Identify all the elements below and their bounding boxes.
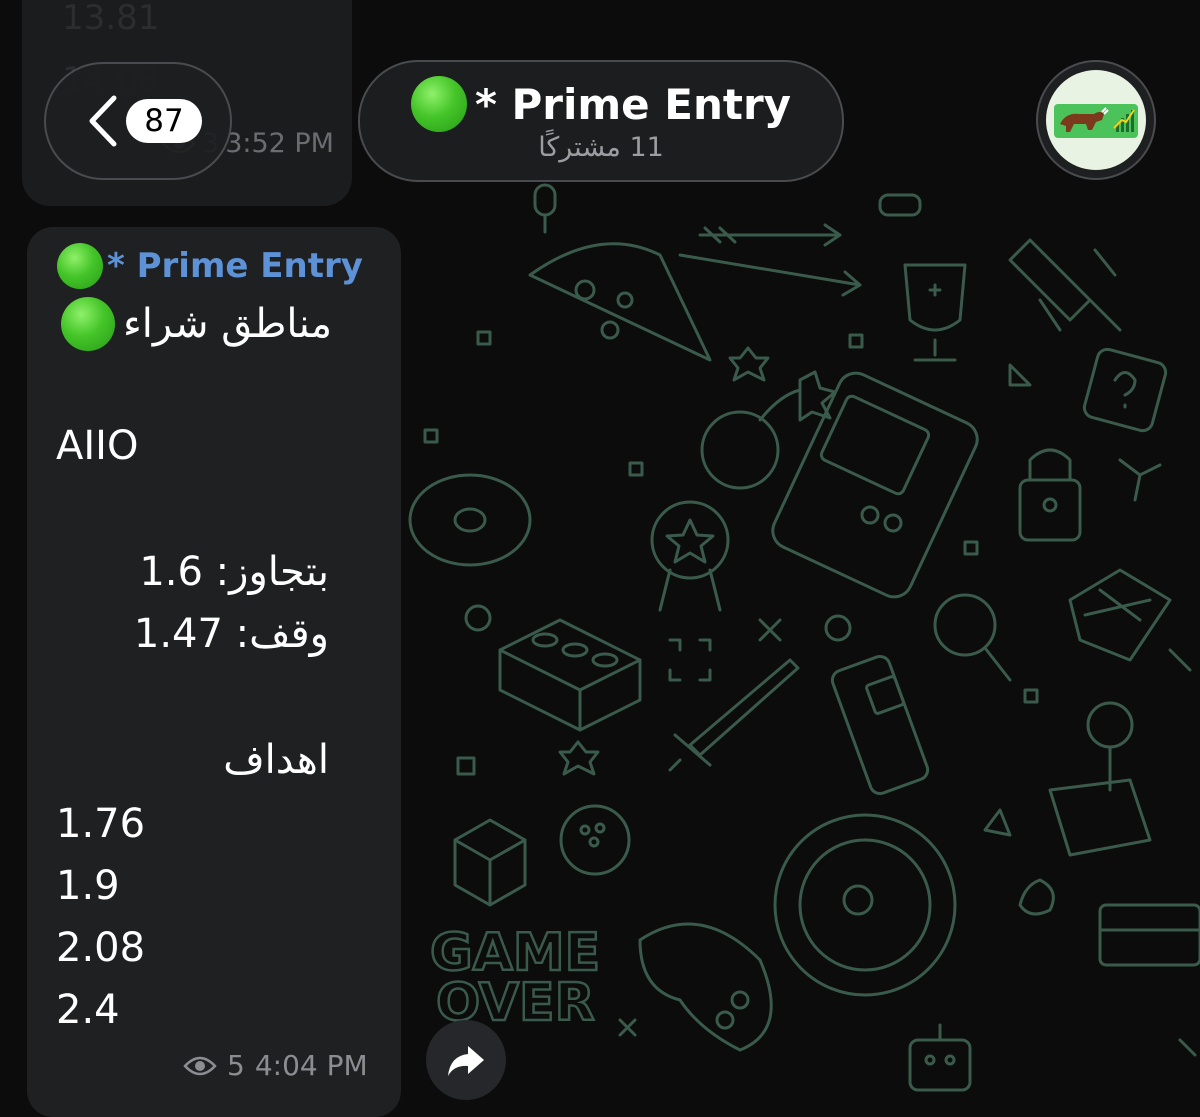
steering-wheel-doodle (773, 813, 957, 997)
message-heading: مناطق شراء (61, 297, 332, 351)
disc-doodle (408, 473, 532, 567)
chat-title-button[interactable]: * Prime Entry 11 مشتركًا (358, 60, 844, 182)
target-value: 2.08 (56, 925, 146, 971)
channel-subtitle: 11 مشتركًا (538, 132, 664, 163)
view-count: 5 (227, 1049, 245, 1082)
stop-line: وقف: 1.47 (134, 611, 329, 657)
target-value: 2.4 (56, 987, 120, 1033)
ball-doodle (559, 804, 631, 876)
entry-value: 1.6 (139, 549, 203, 595)
ticker-symbol: AIIO (56, 423, 139, 469)
channel-title: * Prime Entry (474, 79, 792, 129)
share-arrow-icon (448, 1046, 484, 1076)
medal-doodle (650, 500, 730, 612)
cube-doodle (1068, 568, 1172, 662)
robot-doodle (908, 1023, 972, 1092)
forward-button[interactable] (426, 1020, 506, 1100)
back-button[interactable]: 87 (44, 62, 232, 180)
green-circle-icon (61, 297, 115, 351)
console-box-doodle (1098, 903, 1200, 967)
eye-icon (183, 1056, 217, 1075)
green-circle-icon (57, 243, 103, 289)
bomb-doodle (700, 370, 837, 490)
arrows-doodle (678, 223, 862, 297)
channel-avatar (1046, 70, 1146, 170)
stop-label: وقف: (235, 611, 329, 657)
target-value: 1.9 (56, 863, 120, 909)
heading-text: مناطق شراء (123, 301, 333, 347)
padlock-doodle (1018, 448, 1082, 542)
bull-chart-icon (1054, 104, 1138, 138)
gamepad-doodle (638, 922, 773, 1052)
sender-name[interactable]: * Prime Entry (107, 246, 363, 286)
message-bubble[interactable]: * Prime Entry مناطق شراء AIIO بتجاوز: 1.… (27, 227, 401, 1117)
green-circle-icon (410, 76, 467, 132)
previous-message-time: 3:52 PM (225, 128, 334, 159)
targets-label: اهداف (223, 737, 329, 783)
target-value: 1.76 (56, 801, 146, 847)
phone-doodle (830, 654, 930, 796)
stop-value: 1.47 (133, 611, 223, 657)
pizza-doodle (528, 242, 712, 362)
question-box-doodle (1082, 347, 1168, 433)
unread-count-badge: 87 (126, 99, 202, 143)
joystick-doodle (1048, 701, 1152, 857)
channel-avatar-button[interactable] (1036, 60, 1156, 180)
rocket-doodle (1008, 238, 1122, 332)
previous-message-line: 13.81 (62, 0, 160, 38)
microphone-doodle (533, 183, 557, 234)
paddle-doodle (933, 593, 1012, 682)
chevron-left-icon (89, 95, 117, 147)
trophy-doodle (903, 263, 967, 362)
lego-brick-doodle (498, 618, 642, 732)
block-doodle (453, 818, 527, 907)
entry-label: بتجاوز: (215, 549, 329, 595)
sword-doodle (668, 658, 800, 772)
entry-line: بتجاوز: 1.6 (139, 549, 329, 595)
message-sender: * Prime Entry (57, 243, 363, 289)
message-meta: 5 4:04 PM (183, 1049, 368, 1082)
message-time: 4:04 PM (254, 1049, 368, 1082)
